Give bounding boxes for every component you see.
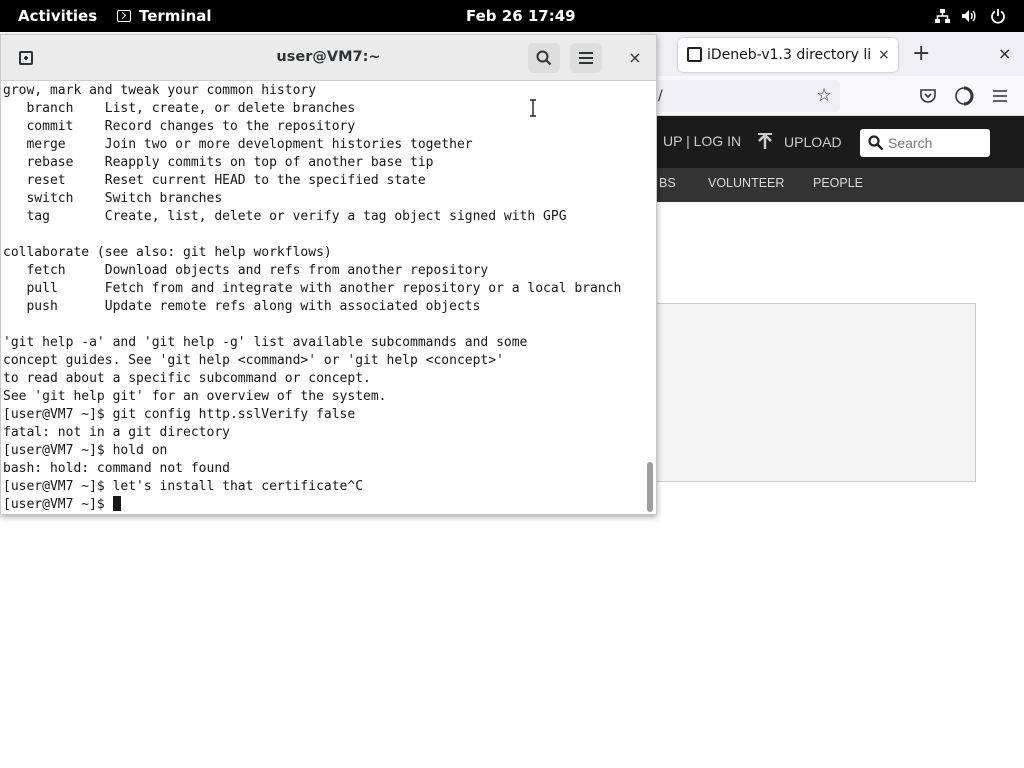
- terminal-line: See 'git help git' for an overview of th…: [3, 389, 387, 404]
- new-tab-button[interactable]: [11, 43, 41, 73]
- terminal-close-button[interactable]: ×: [623, 46, 647, 70]
- terminal-icon: [117, 10, 131, 22]
- app-menu-label: Terminal: [139, 7, 212, 25]
- network-icon[interactable]: [934, 8, 950, 24]
- app-menu-terminal[interactable]: Terminal: [117, 0, 212, 32]
- pocket-icon[interactable]: [918, 86, 938, 106]
- favicon-icon: [687, 47, 702, 62]
- terminal-line: to read about a specific subcommand or c…: [3, 371, 371, 386]
- browser-window: iDeneb-v1.3 directory listing × + × / ☆ …: [640, 32, 1024, 768]
- site-header: UP | LOG IN UPLOAD: [640, 116, 1024, 168]
- terminal-line: pull Fetch from and integrate with anoth…: [3, 281, 622, 296]
- terminal-line: tag Create, list, delete or verify a tag…: [3, 209, 567, 224]
- site-search-box: [860, 129, 990, 157]
- tab-directory-listing[interactable]: iDeneb-v1.3 directory listing ×: [678, 38, 898, 72]
- terminal-window: user@VM7:~ × grow, mark and tweak your c…: [0, 34, 657, 515]
- site-search-input[interactable]: [888, 129, 986, 157]
- browser-close-icon[interactable]: ×: [998, 38, 1011, 72]
- text-cursor-icon: [530, 99, 536, 117]
- power-icon[interactable]: [990, 8, 1006, 24]
- bookmark-star-icon[interactable]: ☆: [816, 80, 832, 112]
- tab-title: iDeneb-v1.3 directory listing: [707, 47, 872, 63]
- activities-button[interactable]: Activities: [18, 0, 97, 32]
- nav-link-volunteer[interactable]: VOLUNTEER: [708, 168, 784, 202]
- terminal-line: [user@VM7 ~]$ hold on: [3, 443, 168, 458]
- tab-strip: iDeneb-v1.3 directory listing × + ×: [640, 32, 1024, 76]
- upload-icon: [758, 133, 772, 149]
- account-icon[interactable]: [954, 86, 974, 106]
- terminal-cursor: [112, 496, 121, 511]
- hamburger-menu-icon: [579, 52, 593, 64]
- terminal-headerbar: user@VM7:~ ×: [1, 35, 656, 81]
- url-bar[interactable]: /: [650, 80, 840, 112]
- upload-label: UPLOAD: [784, 134, 842, 150]
- terminal-line: concept guides. See 'git help <command>'…: [3, 353, 504, 368]
- terminal-output[interactable]: grow, mark and tweak your common history…: [1, 82, 644, 514]
- terminal-line: push Update remote refs along with assoc…: [3, 299, 481, 314]
- terminal-line: rebase Reapply commits on top of another…: [3, 155, 434, 170]
- terminal-line: switch Switch branches: [3, 191, 223, 206]
- signup-login-link[interactable]: UP | LOG IN: [663, 116, 741, 168]
- new-tab-button[interactable]: +: [912, 38, 930, 72]
- terminal-line: [user@VM7 ~]$ git config http.sslVerify …: [3, 407, 356, 422]
- volume-icon[interactable]: [961, 8, 977, 24]
- terminal-line: [user@VM7 ~]$ let's install that certifi…: [3, 479, 364, 494]
- site-nav: BS VOLUNTEER PEOPLE: [640, 168, 1024, 202]
- tab-close-icon[interactable]: ×: [878, 38, 890, 72]
- terminal-line: fatal: not in a git directory: [3, 425, 230, 440]
- terminal-line: 'git help -a' and 'git help -g' list ava…: [3, 335, 528, 350]
- terminal-line: collaborate (see also: git help workflow…: [3, 245, 332, 260]
- upload-button[interactable]: UPLOAD: [756, 116, 842, 168]
- browser-toolbar: / ☆: [640, 76, 1024, 116]
- top-bar: Activities Terminal Feb 26 17:49: [0, 0, 1024, 32]
- terminal-prompt-line[interactable]: [user@VM7 ~]$: [1, 496, 644, 514]
- search-icon: [536, 50, 552, 66]
- new-tab-icon: [19, 51, 33, 65]
- terminal-search-button[interactable]: [528, 43, 560, 73]
- terminal-line: merge Join two or more development histo…: [3, 137, 473, 152]
- terminal-line: reset Reset current HEAD to the specifie…: [3, 173, 426, 188]
- hamburger-menu-icon[interactable]: [990, 86, 1010, 106]
- nav-link-jobs[interactable]: BS: [659, 168, 676, 202]
- terminal-prompt: [user@VM7 ~]$: [3, 497, 113, 512]
- terminal-menu-button[interactable]: [570, 43, 602, 73]
- terminal-line: bash: hold: command not found: [3, 461, 230, 476]
- terminal-line: branch List, create, or delete branches: [3, 101, 356, 116]
- nav-link-people[interactable]: PEOPLE: [813, 168, 863, 202]
- terminal-scrollbar[interactable]: [647, 462, 653, 512]
- clock[interactable]: Feb 26 17:49: [466, 0, 576, 32]
- terminal-line: grow, mark and tweak your common history: [3, 83, 317, 98]
- search-icon: [868, 135, 884, 151]
- content-panel: [656, 303, 976, 482]
- terminal-line: fetch Download objects and refs from ano…: [3, 263, 489, 278]
- terminal-line: commit Record changes to the repository: [3, 119, 356, 134]
